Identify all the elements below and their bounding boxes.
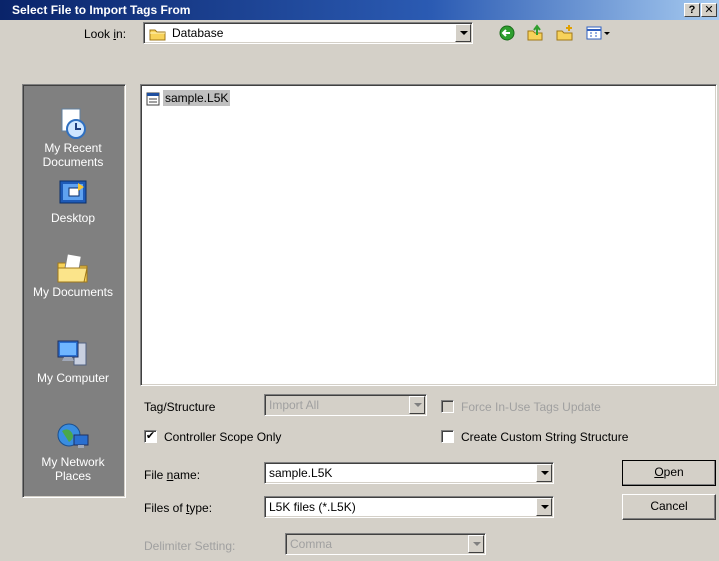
filename-value: sample.L5K [269,466,333,480]
controller-scope-checkbox[interactable]: ✔ [144,430,157,443]
my-computer-icon [56,337,90,369]
filetype-value: L5K files (*.L5K) [269,500,356,514]
tagstructure-combo[interactable]: Import All [264,394,427,416]
title-bar: Select File to Import Tags From ? ✕ [0,0,719,20]
filetype-combo[interactable]: L5K files (*.L5K) [264,496,554,518]
open-button[interactable]: Open [622,460,716,486]
close-button[interactable]: ✕ [701,3,717,17]
up-folder-icon[interactable] [526,24,546,42]
place-my-documents-label: My Documents [32,285,114,299]
lookin-label: Look in: [84,27,127,41]
place-recent-line1: My Recent [44,141,102,155]
lookin-combo[interactable]: Database [143,22,473,44]
place-my-documents[interactable]: My Documents [23,251,123,299]
controller-scope-label: Controller Scope Only [164,430,282,444]
place-recent-line2: Documents [42,155,104,169]
network-places-icon [56,421,90,453]
place-desktop-label: Desktop [50,211,96,225]
filetype-dropdown-button[interactable] [536,498,552,516]
delimiter-combo[interactable]: Comma [285,533,486,555]
delimiter-label: Delimiter Setting: [144,539,236,553]
lookin-value: Database [172,26,224,40]
custom-string-label: Create Custom String Structure [461,430,629,444]
tagstructure-dropdown-button[interactable] [409,396,425,414]
place-network-line1: My Network [41,455,105,469]
file-item-name: sample.L5K [163,90,231,106]
place-desktop[interactable]: Desktop [23,177,123,225]
filename-label: File name: [144,468,201,482]
filename-input[interactable]: sample.L5K [264,462,554,484]
lookin-dropdown-button[interactable] [455,24,471,42]
filename-dropdown-button[interactable] [536,464,552,482]
force-inuse-label: Force In-Use Tags Update [461,400,601,414]
custom-string-checkbox[interactable] [441,430,454,443]
delimiter-value: Comma [290,537,333,551]
place-my-computer[interactable]: My Computer [23,337,123,385]
recent-documents-icon [56,107,90,139]
my-documents-icon [56,251,90,283]
desktop-icon [56,177,90,209]
places-bar: My Recent Documents Desktop My Documents… [22,84,126,498]
delimiter-dropdown-button[interactable] [468,535,484,553]
tagstructure-value: Import All [269,398,320,412]
filetype-label: Files of type: [144,501,213,515]
help-button[interactable]: ? [684,3,700,17]
place-recent-documents[interactable]: My Recent Documents [23,107,123,169]
back-icon[interactable] [498,24,518,42]
force-inuse-checkbox[interactable] [441,400,454,413]
cancel-button[interactable]: Cancel [622,494,716,520]
place-network-line2: Places [54,469,92,483]
window-title: Select File to Import Tags From [12,3,191,17]
file-list[interactable]: sample.L5K [140,84,717,386]
l5k-file-icon [146,92,160,109]
view-menu-icon[interactable] [586,24,612,42]
folder-icon [149,27,167,44]
new-folder-icon[interactable] [556,24,576,42]
place-my-network-places[interactable]: My Network Places [23,421,123,483]
tagstructure-label: Tag/Structure [144,400,216,414]
place-my-computer-label: My Computer [36,371,110,385]
